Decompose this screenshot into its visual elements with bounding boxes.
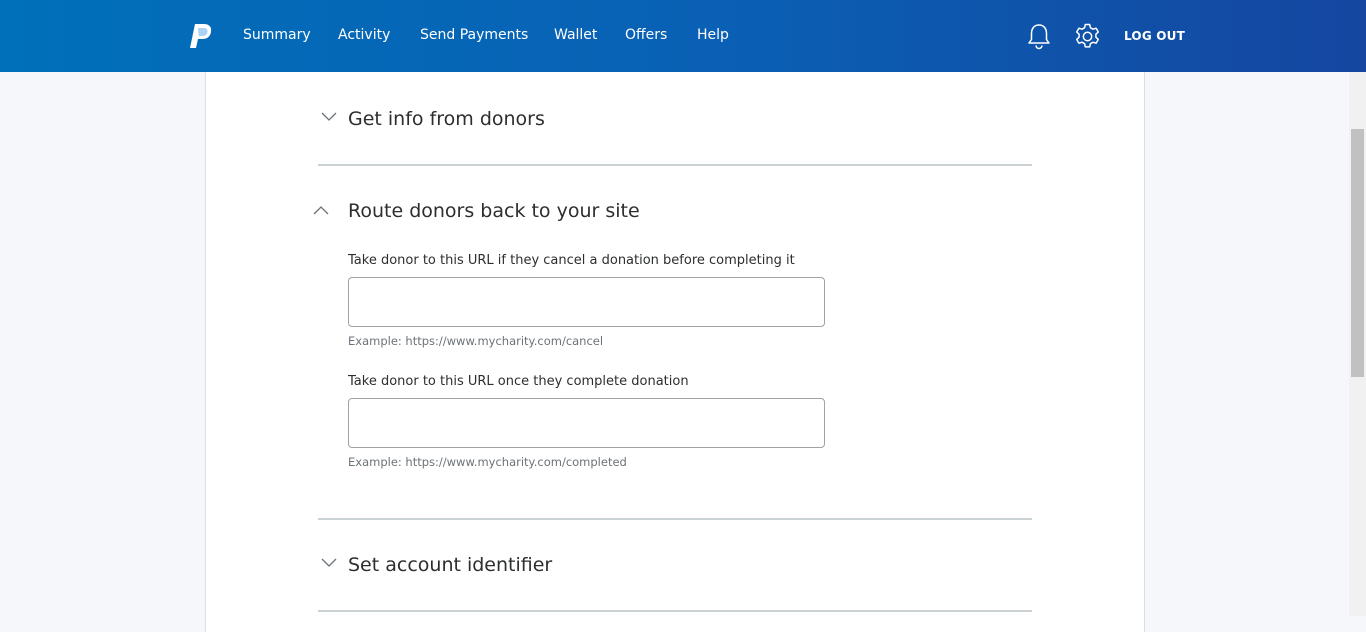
complete-url-input[interactable] xyxy=(348,398,825,448)
cancel-url-example: Example: https://www.mycharity.com/cance… xyxy=(348,334,604,348)
bell-icon[interactable] xyxy=(1026,22,1052,50)
section-title: Set account identifier xyxy=(348,554,553,576)
nav-wallet[interactable]: Wallet xyxy=(554,25,597,45)
section-title: Get info from donors xyxy=(348,108,545,130)
gear-icon[interactable] xyxy=(1073,22,1102,51)
nav-send-payments[interactable]: Send Payments xyxy=(420,25,528,45)
nav-help[interactable]: Help xyxy=(697,25,729,45)
paypal-logo[interactable] xyxy=(189,22,215,50)
section-divider xyxy=(318,518,1032,520)
section-divider xyxy=(318,610,1032,612)
cancel-url-label: Take donor to this URL if they cancel a … xyxy=(348,253,795,268)
complete-url-example: Example: https://www.mycharity.com/compl… xyxy=(348,455,627,469)
section-set-account-identifier[interactable]: Set account identifier xyxy=(318,546,1032,590)
nav-activity[interactable]: Activity xyxy=(338,25,390,45)
section-divider xyxy=(318,164,1032,166)
logout-button[interactable]: LOG OUT xyxy=(1124,28,1185,44)
complete-url-label: Take donor to this URL once they complet… xyxy=(348,374,689,389)
chevron-down-icon xyxy=(321,112,337,121)
nav-offers[interactable]: Offers xyxy=(625,25,667,45)
section-get-info-from-donors[interactable]: Get info from donors xyxy=(318,100,1032,144)
cancel-url-input[interactable] xyxy=(348,277,825,327)
chevron-up-icon xyxy=(313,206,329,215)
top-navigation-bar: Summary Activity Send Payments Wallet Of… xyxy=(0,0,1366,72)
scrollbar-thumb[interactable] xyxy=(1351,129,1364,377)
section-route-donors-back[interactable]: Route donors back to your site xyxy=(313,192,1032,236)
chevron-down-icon xyxy=(321,558,337,567)
nav-summary[interactable]: Summary xyxy=(243,25,311,45)
section-title: Route donors back to your site xyxy=(348,200,640,222)
